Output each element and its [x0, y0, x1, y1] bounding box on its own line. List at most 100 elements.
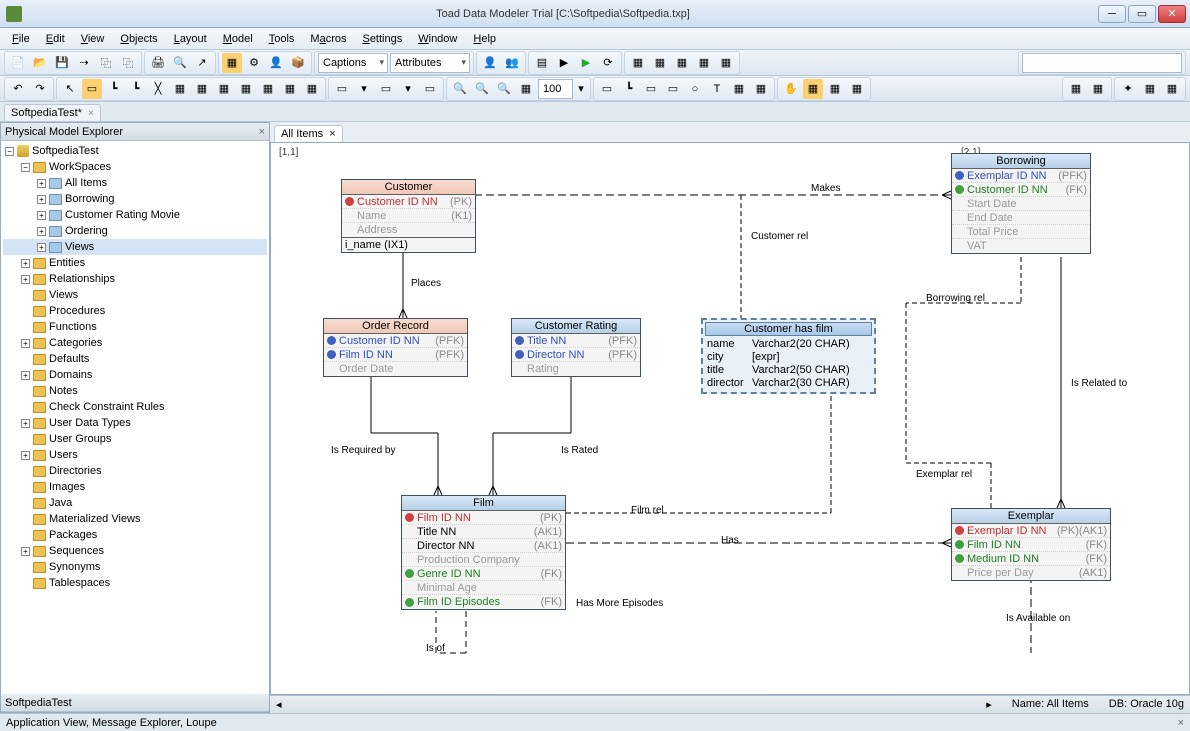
shape4-icon[interactable]: ▭	[663, 79, 683, 99]
tree-toggle[interactable]: +	[37, 179, 46, 188]
rel6-icon[interactable]: ▦	[214, 79, 234, 99]
menu-help[interactable]: Help	[465, 30, 504, 48]
tree-item[interactable]: All Items	[65, 177, 107, 189]
play-icon[interactable]: ▶	[576, 53, 596, 73]
item2-icon[interactable]: ▾	[354, 79, 374, 99]
zoom-in-icon[interactable]: 🔍	[450, 79, 470, 99]
tree-folder[interactable]: Packages	[3, 527, 267, 543]
paste-icon[interactable]: ⿻	[118, 53, 138, 73]
menu-window[interactable]: Window	[410, 30, 465, 48]
tree-toggle[interactable]: +	[21, 339, 30, 348]
entity-film[interactable]: Film Film ID NN (PK)Title NN (AK1)Direct…	[401, 495, 566, 610]
tree-folder[interactable]: +Relationships	[3, 271, 267, 287]
tab-all-items[interactable]: All Items ×	[274, 125, 343, 142]
rel2-icon[interactable]: ┗	[126, 79, 146, 99]
entity-icon[interactable]: ▭	[82, 79, 102, 99]
tree-folder[interactable]: +User Data Types	[3, 415, 267, 431]
shape6-icon[interactable]: T	[707, 79, 727, 99]
end1-icon[interactable]: ▦	[1066, 79, 1086, 99]
tree-folder[interactable]: +Users	[3, 447, 267, 463]
tree-toggle[interactable]	[21, 323, 30, 332]
rel1-icon[interactable]: ┗	[104, 79, 124, 99]
tree-workspaces[interactable]: WorkSpaces	[49, 161, 111, 173]
zoom-toggle-icon[interactable]: ▦	[516, 79, 536, 99]
hand-icon[interactable]: ✋	[781, 79, 801, 99]
rel7-icon[interactable]: ▦	[236, 79, 256, 99]
shape1-icon[interactable]: ▭	[597, 79, 617, 99]
menu-tools[interactable]: Tools	[261, 30, 303, 48]
new-icon[interactable]: 📄	[8, 53, 28, 73]
tool-b-icon[interactable]: ⚙	[244, 53, 264, 73]
tree-toggle[interactable]	[21, 435, 30, 444]
cursor-icon[interactable]: ↖	[60, 79, 80, 99]
tree-toggle[interactable]: −	[21, 163, 30, 172]
entity-customer[interactable]: Customer Customer ID NN (PK)Name (K1)Add…	[341, 179, 476, 253]
sync-icon[interactable]: ⟳	[598, 53, 618, 73]
footer-close-icon[interactable]: ×	[1178, 717, 1184, 729]
tree-folder[interactable]: Views	[3, 287, 267, 303]
grid2-icon[interactable]: ▦	[650, 53, 670, 73]
zoom-fit-icon[interactable]: 🔍	[494, 79, 514, 99]
tree-toggle[interactable]	[21, 291, 30, 300]
run-icon[interactable]: ▶	[554, 53, 574, 73]
end2-icon[interactable]: ▦	[1088, 79, 1108, 99]
tree-item[interactable]: Customer Rating Movie	[65, 209, 180, 221]
item3-icon[interactable]: ▭	[376, 79, 396, 99]
menu-objects[interactable]: Objects	[112, 30, 165, 48]
tool-a-icon[interactable]: ▦	[222, 53, 242, 73]
item4-icon[interactable]: ▾	[398, 79, 418, 99]
grid3-icon[interactable]: ▦	[672, 53, 692, 73]
attributes-combo[interactable]: Attributes	[390, 53, 470, 73]
preview-icon[interactable]: 🔍	[170, 53, 190, 73]
tree-item[interactable]: Views	[65, 241, 94, 253]
tree-toggle[interactable]	[21, 403, 30, 412]
menu-macros[interactable]: Macros	[302, 30, 354, 48]
maximize-button[interactable]: ▭	[1128, 5, 1156, 23]
tree-folder[interactable]: Defaults	[3, 351, 267, 367]
tree-folder[interactable]: Notes	[3, 383, 267, 399]
tree-folder[interactable]: Java	[3, 495, 267, 511]
search-input[interactable]	[1022, 53, 1182, 73]
tree-folder[interactable]: Directories	[3, 463, 267, 479]
open-icon[interactable]: 📂	[30, 53, 50, 73]
shape2-icon[interactable]: ┗	[619, 79, 639, 99]
lock-icon[interactable]: ▦	[803, 79, 823, 99]
entity-customer-rating[interactable]: Customer Rating Title NN (PFK)Director N…	[511, 318, 641, 377]
close-button[interactable]: ✕	[1158, 5, 1186, 23]
tree-toggle[interactable]: +	[37, 227, 46, 236]
copy-icon[interactable]: ⿻	[96, 53, 116, 73]
tree-toggle[interactable]: +	[37, 211, 46, 220]
tree-folder[interactable]: Synonyms	[3, 559, 267, 575]
save-as-icon[interactable]: ⇢	[74, 53, 94, 73]
user-icon[interactable]: 👤	[480, 53, 500, 73]
tree-toggle[interactable]: +	[37, 195, 46, 204]
shape5-icon[interactable]: ○	[685, 79, 705, 99]
tree-toggle[interactable]: +	[37, 243, 46, 252]
tree-folder[interactable]: User Groups	[3, 431, 267, 447]
zoom-out-icon[interactable]: 🔍	[472, 79, 492, 99]
tree-toggle[interactable]	[21, 579, 30, 588]
diagram-canvas[interactable]: [1,1] [2,1]	[270, 142, 1190, 695]
explorer-close-icon[interactable]: ×	[259, 126, 265, 138]
tree-toggle[interactable]: +	[21, 259, 30, 268]
tree-toggle[interactable]	[21, 355, 30, 364]
tree-root[interactable]: SoftpediaTest	[32, 145, 99, 157]
rel9-icon[interactable]: ▦	[280, 79, 300, 99]
tool-c-icon[interactable]: 👤	[266, 53, 286, 73]
tree-toggle[interactable]: +	[21, 547, 30, 556]
tree-toggle[interactable]	[21, 467, 30, 476]
grid4-icon[interactable]: ▦	[694, 53, 714, 73]
zoom-input[interactable]: 100	[538, 79, 573, 99]
explorer-tree[interactable]: −SoftpediaTest −WorkSpaces +All Items +B…	[1, 141, 269, 694]
item5-icon[interactable]: ▭	[420, 79, 440, 99]
save-icon[interactable]: 💾	[52, 53, 72, 73]
shape3-icon[interactable]: ▭	[641, 79, 661, 99]
tree-toggle[interactable]: −	[5, 147, 14, 156]
entity-exemplar[interactable]: Exemplar Exemplar ID NN (PK)(AK1)Film ID…	[951, 508, 1111, 581]
script-icon[interactable]: ▤	[532, 53, 552, 73]
shape8-icon[interactable]: ▦	[751, 79, 771, 99]
tree-toggle[interactable]	[21, 387, 30, 396]
grid1-icon[interactable]: ▦	[628, 53, 648, 73]
tree-toggle[interactable]	[21, 307, 30, 316]
tree-toggle[interactable]	[21, 563, 30, 572]
